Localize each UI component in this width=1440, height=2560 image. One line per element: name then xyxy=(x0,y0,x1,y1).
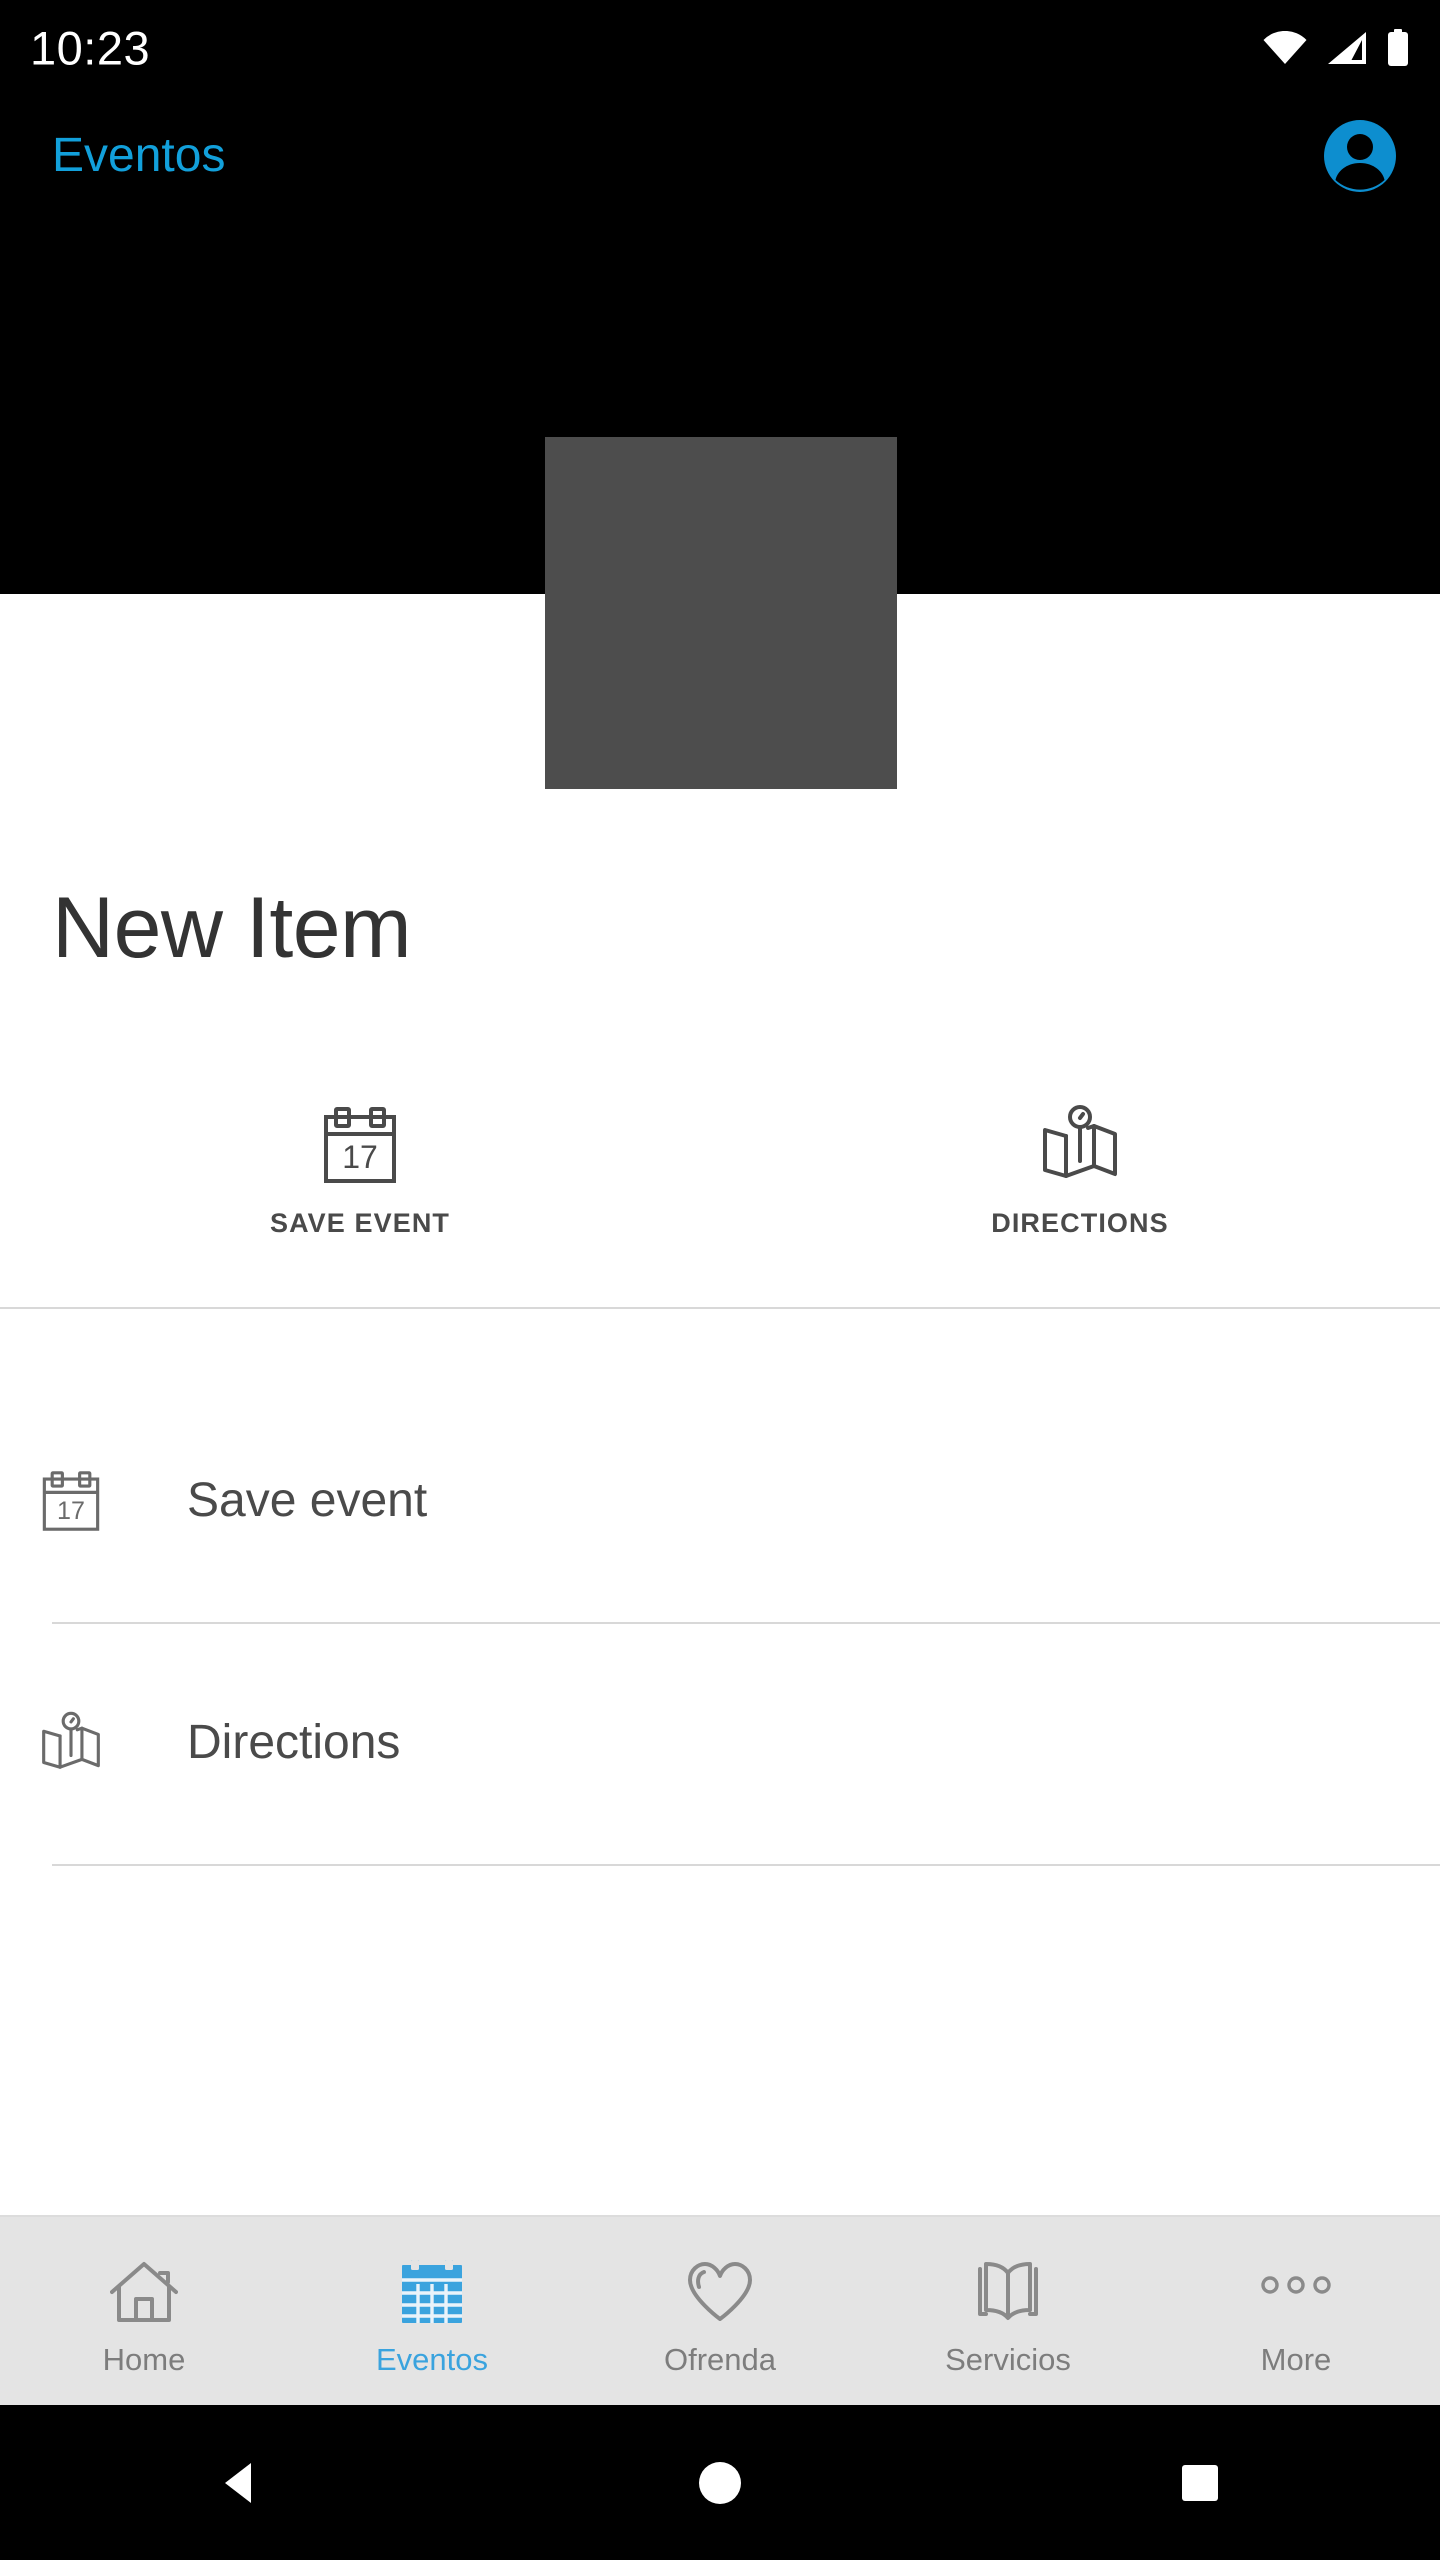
phone-screen: 10:23 Eventos New Item 17 SAVE EVENT DIR… xyxy=(0,0,1440,2560)
bottom-navigation-bar: Home Eventos Ofrenda Servicios More xyxy=(0,2215,1440,2405)
list-item-label: Save event xyxy=(187,1474,428,1527)
map-pin-icon xyxy=(1038,1100,1122,1190)
divider xyxy=(0,1307,1440,1309)
status-bar: 10:23 xyxy=(0,0,1440,96)
calendar-grid-icon xyxy=(401,2254,463,2330)
nav-item-home[interactable]: Home xyxy=(0,2217,288,2405)
back-icon[interactable] xyxy=(150,2405,330,2560)
nav-item-more[interactable]: More xyxy=(1152,2217,1440,2405)
app-bar: Eventos xyxy=(0,96,1440,216)
status-bar-clock: 10:23 xyxy=(30,21,151,75)
app-bar-title: Eventos xyxy=(52,129,226,182)
nav-item-label: Home xyxy=(102,2341,186,2377)
open-book-icon xyxy=(976,2254,1040,2330)
system-navigation-bar xyxy=(0,2405,1440,2560)
divider xyxy=(52,1864,1440,1866)
calendar-17-icon: 17 xyxy=(0,1470,142,1532)
event-image-placeholder xyxy=(545,437,897,789)
status-bar-icons xyxy=(1262,29,1410,67)
nav-item-ofrenda[interactable]: Ofrenda xyxy=(576,2217,864,2405)
svg-text:17: 17 xyxy=(342,1139,378,1175)
page-title: New Item xyxy=(52,880,412,976)
quick-action-label: DIRECTIONS xyxy=(991,1208,1169,1238)
wifi-icon xyxy=(1262,31,1308,65)
quick-action-save-event[interactable]: 17 SAVE EVENT xyxy=(0,1085,720,1307)
home-icon xyxy=(110,2254,178,2330)
battery-icon xyxy=(1386,29,1410,67)
more-dots-icon xyxy=(1260,2254,1332,2330)
list-item-directions[interactable]: Directions xyxy=(0,1622,1440,1864)
calendar-17-icon: 17 xyxy=(323,1100,397,1190)
nav-item-label: Ofrenda xyxy=(663,2341,776,2377)
quick-actions-bar: 17 SAVE EVENT DIRECTIONS xyxy=(0,1085,1440,1307)
nav-item-label: More xyxy=(1260,2341,1332,2377)
home-circle-icon[interactable] xyxy=(630,2405,810,2560)
svg-text:17: 17 xyxy=(57,1497,85,1525)
nav-item-servicios[interactable]: Servicios xyxy=(864,2217,1152,2405)
nav-item-eventos[interactable]: Eventos xyxy=(288,2217,576,2405)
cellular-signal-icon xyxy=(1326,31,1368,65)
list-item-save-event[interactable]: 17 Save event xyxy=(0,1380,1440,1622)
quick-action-directions[interactable]: DIRECTIONS xyxy=(720,1085,1440,1307)
recents-square-icon[interactable] xyxy=(1110,2405,1290,2560)
nav-item-label: Eventos xyxy=(375,2341,488,2377)
quick-action-label: SAVE EVENT xyxy=(269,1208,451,1238)
account-circle-icon[interactable] xyxy=(1320,116,1400,196)
list-item-label: Directions xyxy=(187,1716,401,1769)
map-pin-icon xyxy=(0,1711,142,1775)
nav-item-label: Servicios xyxy=(945,2341,1071,2377)
heart-icon xyxy=(687,2254,753,2330)
